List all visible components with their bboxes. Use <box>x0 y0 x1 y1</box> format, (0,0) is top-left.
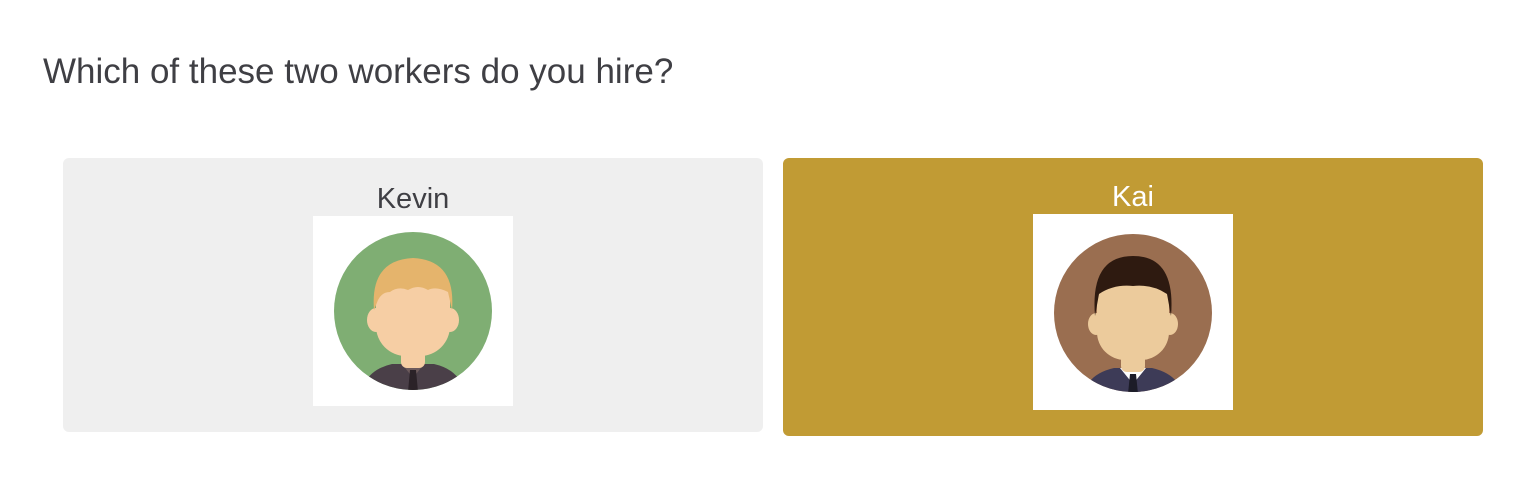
question-text: Which of these two workers do you hire? <box>43 52 674 91</box>
worker-option-kevin[interactable]: Kevin <box>63 158 763 432</box>
worker-avatar-icon <box>1054 234 1212 392</box>
worker-photo-kai <box>1033 214 1233 410</box>
worker-name-kai: Kai <box>1112 181 1154 213</box>
worker-option-kai[interactable]: Kai <box>783 158 1483 436</box>
worker-name-kevin: Kevin <box>376 183 450 215</box>
worker-avatar-icon <box>334 232 492 390</box>
worker-photo-kevin <box>313 216 513 406</box>
